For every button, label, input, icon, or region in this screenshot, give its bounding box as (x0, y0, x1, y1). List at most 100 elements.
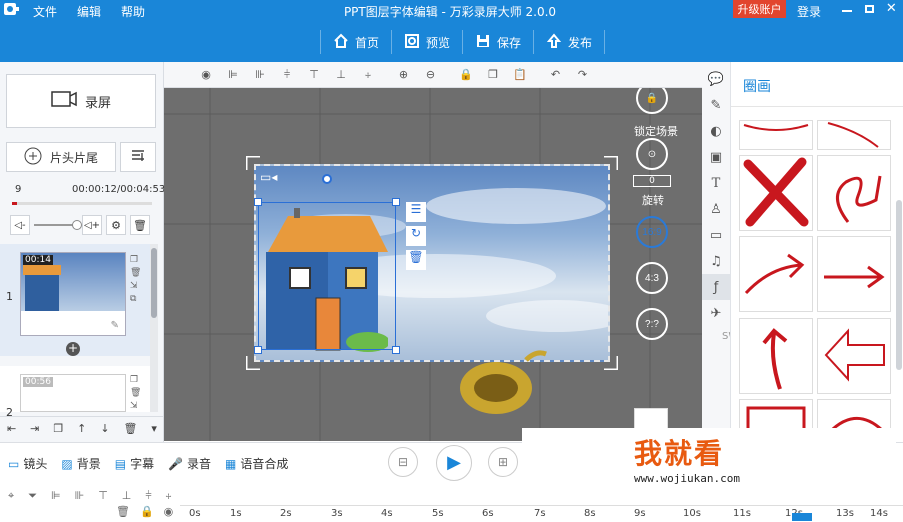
paste-icon[interactable]: 📋 (508, 65, 532, 85)
preview-button[interactable]: 预览 (404, 33, 450, 52)
ratio-custom-button[interactable]: ?:? (636, 308, 668, 340)
upgrade-account-button[interactable]: 升级账户 (733, 0, 786, 18)
align-left-icon[interactable]: ⊫ (221, 65, 245, 85)
align-tool-2-icon[interactable]: ⊪ (75, 489, 85, 503)
asset-arrow-up[interactable] (739, 317, 813, 394)
filter-icon[interactable]: ⏷ (28, 489, 37, 503)
maximize-icon[interactable] (864, 5, 874, 13)
character-icon[interactable]: ♙ (702, 196, 730, 222)
eye-icon[interactable]: ◉ (164, 505, 174, 518)
subtitle-button[interactable] (120, 142, 156, 172)
copy-icon[interactable]: ❐ (130, 374, 141, 387)
record-screen-button[interactable]: 录屏 (6, 74, 156, 128)
redo-icon[interactable]: ↷ (571, 65, 595, 85)
menu-edit[interactable]: 编辑 (77, 3, 101, 20)
home-button[interactable]: 首页 (333, 33, 379, 52)
publish-button[interactable]: 发布 (546, 32, 592, 52)
flash-icon[interactable]: ƒ (702, 274, 730, 300)
move-up-icon[interactable]: ↑ (77, 422, 86, 435)
asset-arrow-outline[interactable] (817, 317, 891, 394)
track-background[interactable]: ▨ 背景 (61, 455, 100, 472)
duplicate-icon[interactable]: ❐ (53, 422, 63, 435)
trash-icon[interactable]: 🗑 (130, 215, 150, 235)
french-horn-image[interactable] (456, 350, 550, 420)
align-top-icon[interactable]: ⊤ (302, 65, 326, 85)
align-bottom-icon[interactable]: ⊥ (329, 65, 353, 85)
insert-after-icon[interactable]: ⇥ (30, 422, 39, 435)
track-camera[interactable]: ▭ 镜头 (8, 455, 47, 472)
ratio-16-9-button[interactable]: 16:9 (636, 216, 668, 248)
image-icon[interactable]: ▣ (702, 144, 730, 170)
move-icon[interactable]: ⇲ (130, 280, 141, 293)
scene-thumbnail-2[interactable]: 00:56 (20, 374, 126, 412)
previous-frame-button[interactable]: ⊟ (388, 447, 418, 477)
lock-icon[interactable]: 🔒 (140, 505, 154, 518)
align-tool-3-icon[interactable]: ⊤ (98, 489, 108, 503)
align-tool-5-icon[interactable]: ⫩ (145, 489, 151, 503)
asset-loop-arrow[interactable] (817, 155, 891, 232)
pen-icon[interactable]: ✎ (702, 92, 730, 118)
scene-thumbnail-1[interactable]: 00:14 ✎ (20, 252, 126, 336)
copy-icon[interactable]: ❐ (130, 254, 141, 267)
collapse-icon[interactable]: ▾ (151, 422, 157, 435)
save-button[interactable]: 保存 (475, 33, 521, 52)
asset-arrow-right[interactable] (739, 236, 813, 313)
target-icon[interactable]: ⌖ (8, 489, 14, 503)
lock-icon[interactable]: 🔒 (454, 65, 478, 85)
volume-slider[interactable] (34, 220, 82, 230)
playhead-marker[interactable] (792, 513, 812, 521)
close-icon[interactable]: ✕ (886, 2, 897, 15)
effects-icon[interactable]: ✈ (702, 300, 730, 326)
track-subtitle[interactable]: ▤ 字幕 (115, 455, 154, 472)
add-scene-icon[interactable]: + (66, 342, 80, 356)
merge-icon[interactable]: ⧉ (130, 293, 141, 306)
folder-icon[interactable]: ▭ (702, 222, 730, 248)
asset-curve[interactable] (817, 120, 891, 150)
text-icon[interactable]: T (702, 170, 730, 196)
move-icon[interactable]: ⇲ (130, 400, 141, 413)
asset-line[interactable] (739, 120, 813, 150)
panel-scrollbar[interactable] (896, 200, 902, 370)
rotate-value[interactable]: 0 (633, 175, 671, 187)
intro-outro-button[interactable]: 片头片尾 (6, 142, 116, 172)
align-tool-6-icon[interactable]: ⧾ (166, 489, 172, 503)
insert-before-icon[interactable]: ⇤ (7, 422, 16, 435)
ratio-4-3-button[interactable]: 4:3 (636, 262, 668, 294)
delete-icon[interactable]: 🗑 (130, 387, 141, 400)
align-center-h-icon[interactable]: ⫩ (275, 65, 299, 85)
asset-arrow-straight[interactable] (817, 236, 891, 313)
minimize-icon[interactable] (842, 10, 853, 12)
zoom-out-icon[interactable]: ⊖ (419, 65, 443, 85)
align-center-v-icon[interactable]: ⧾ (356, 65, 380, 85)
canvas-area[interactable]: ☰ ↻ 🗑 ▭◂ 🔒 锁定场景 ⊙ 0 旋转 16:9 4:3 ?:? (164, 88, 702, 441)
location-icon[interactable]: ◉ (194, 65, 218, 85)
undo-icon[interactable]: ↶ (544, 65, 568, 85)
menu-help[interactable]: 帮助 (121, 3, 145, 20)
align-tool-1-icon[interactable]: ⊫ (51, 489, 61, 503)
copy-icon[interactable]: ❐ (481, 65, 505, 85)
volume-down-icon[interactable]: ◁- (10, 215, 30, 235)
align-right-icon[interactable]: ⊪ (248, 65, 272, 85)
chat-icon[interactable]: 💬 (702, 66, 730, 92)
track-record[interactable]: 🎤 录音 (168, 455, 211, 472)
zoom-in-icon[interactable]: ⊕ (392, 65, 416, 85)
scene-item-1[interactable]: 1 00:14 ✎ ❐ 🗑 ⇲ ⧉ (0, 244, 150, 356)
edit-pen-icon[interactable]: ✎ (111, 320, 119, 331)
scene-item-2[interactable]: 2 00:56 ❐ 🗑 ⇲ (0, 366, 150, 419)
track-tts[interactable]: ▦ 语音合成 (225, 455, 288, 472)
scene-scrollbar[interactable] (150, 244, 158, 412)
volume-up-icon[interactable]: ◁+ (82, 215, 102, 235)
trash-icon[interactable]: 🗑 (116, 505, 130, 518)
music-icon[interactable]: ♫ (702, 248, 730, 274)
login-button[interactable]: 登录 (797, 3, 821, 20)
delete-scene-icon[interactable]: 🗑 (123, 422, 137, 435)
delete-icon[interactable]: 🗑 (130, 267, 141, 280)
menu-file[interactable]: 文件 (33, 3, 57, 20)
move-down-icon[interactable]: ↓ (100, 422, 109, 435)
play-button[interactable]: ▶ (436, 445, 472, 481)
shapes-icon[interactable]: ◐ (702, 118, 730, 144)
align-tool-4-icon[interactable]: ⊥ (122, 489, 132, 503)
progress-track[interactable] (12, 202, 152, 205)
rotate-dial[interactable]: ⊙ (636, 138, 668, 170)
next-frame-button[interactable]: ⊞ (488, 447, 518, 477)
